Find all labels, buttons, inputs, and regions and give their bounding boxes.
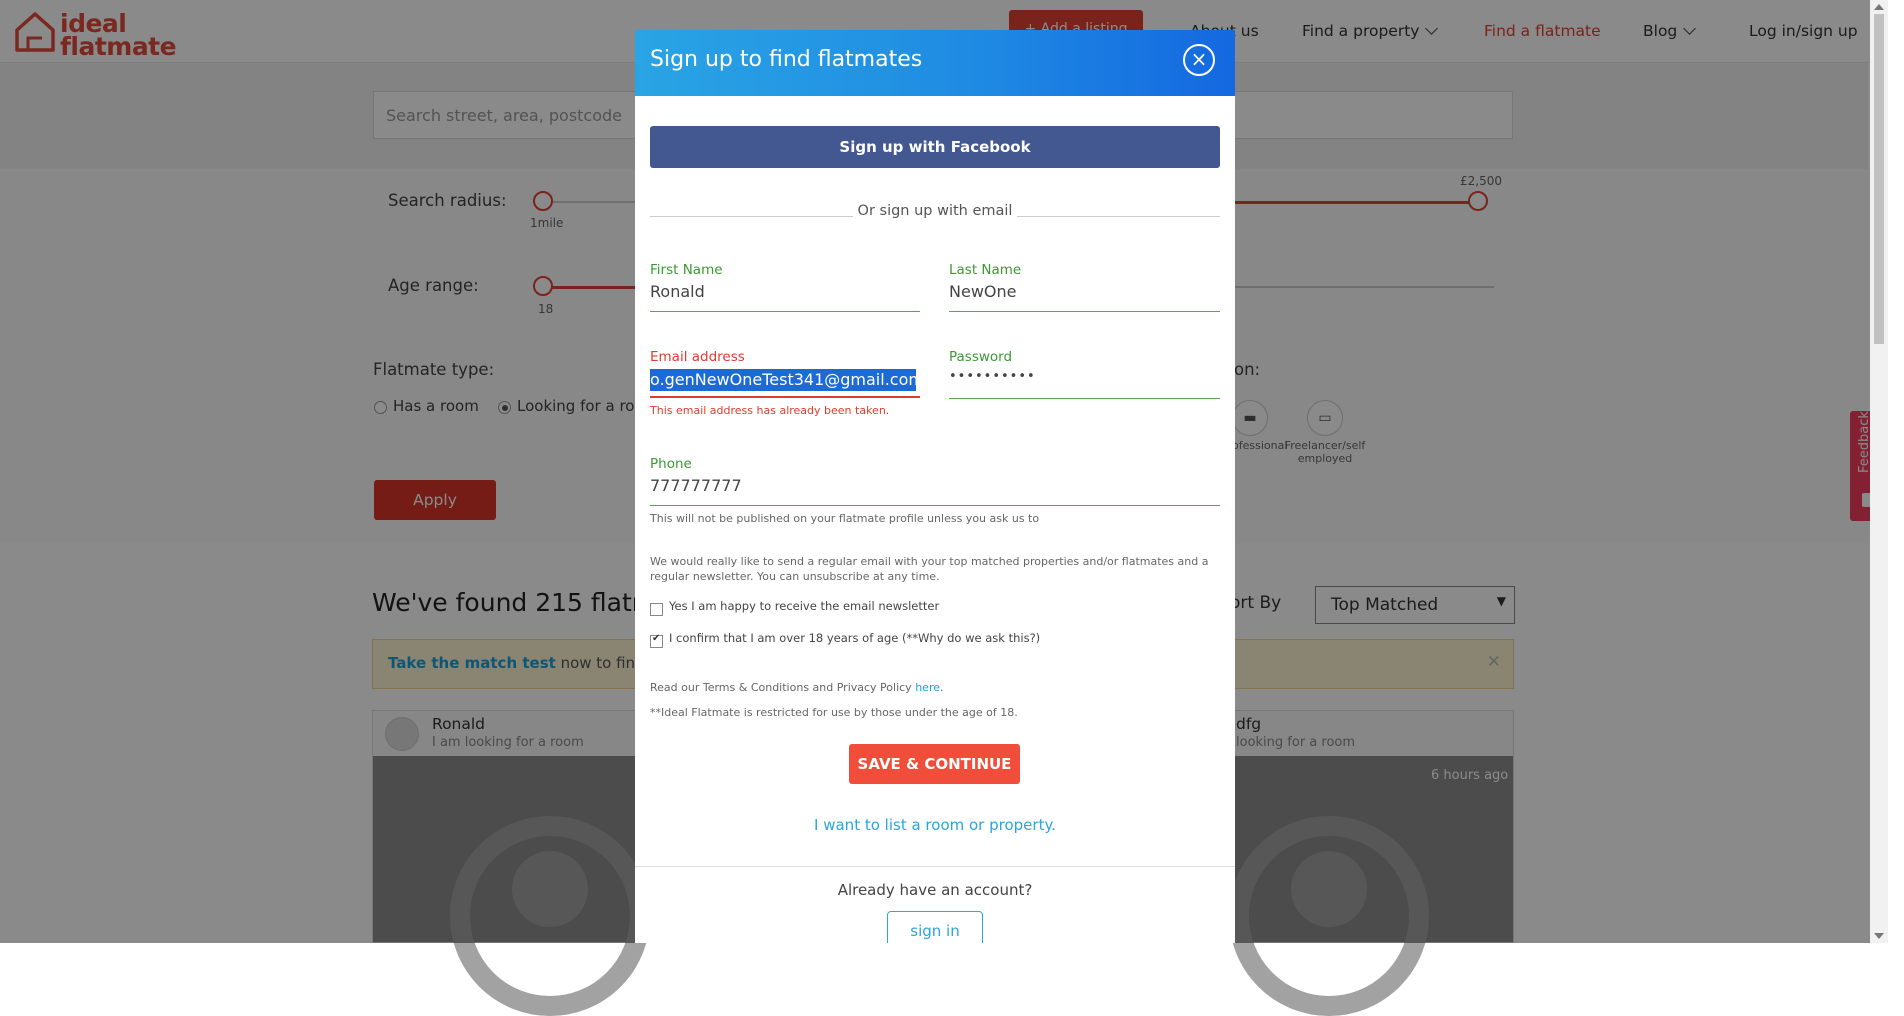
email-underline [650,396,920,398]
sign-in-button[interactable]: sign in [887,911,983,943]
phone-label: Phone [650,456,692,472]
password-field[interactable]: •••••••••• [949,369,1036,384]
already-account-text: Already have an account? [837,881,1033,899]
email-label: Email address [650,349,745,365]
age-confirm-label: I confirm that I am over 18 years of age… [669,631,1041,645]
terms-text: Read our Terms & Conditions and Privacy … [650,681,916,694]
password-underline [949,398,1220,399]
terms-period: . [940,681,944,694]
modal-header: Sign up to find flatmates × [635,30,1235,96]
password-label: Password [949,349,1013,365]
scroll-up-icon[interactable] [1874,4,1884,10]
first-name-label: First Name [650,262,723,278]
phone-field[interactable]: 777777777 [650,476,742,495]
newsletter-checkbox-label: Yes I am happy to receive the email news… [669,599,940,613]
first-name-underline [650,311,920,312]
modal-title: Sign up to find flatmates [650,47,923,72]
scroll-down-icon[interactable] [1874,933,1884,939]
facebook-signup-button[interactable]: Sign up with Facebook [650,126,1220,168]
page-scrollbar[interactable] [1870,0,1888,943]
first-name-field[interactable]: Ronald [650,282,705,301]
divider-right [1017,216,1220,217]
signup-modal: Sign up to find flatmates × Sign up with… [635,30,1235,943]
age-restriction-note: **Ideal Flatmate is restricted for use b… [650,706,1018,719]
terms-note: Read our Terms & Conditions and Privacy … [650,680,944,695]
last-name-field[interactable]: NewOne [949,282,1016,301]
terms-link[interactable]: here [915,681,940,694]
email-field[interactable]: o.genNewOneTest341@gmail.com [650,369,916,391]
newsletter-checkbox[interactable] [650,603,663,616]
list-property-link[interactable]: I want to list a room or property. [635,816,1235,834]
newsletter-note: We would really like to send a regular e… [650,555,1209,583]
phone-underline [650,505,1220,506]
close-icon[interactable]: × [1183,44,1215,76]
last-name-underline [949,311,1220,312]
last-name-label: Last Name [949,262,1022,278]
age-confirm-checkbox[interactable] [650,633,663,648]
phone-note: This will not be published on your flatm… [650,512,1040,525]
email-error-message: This email address has already been take… [650,404,890,417]
footer-divider [635,866,1235,867]
save-continue-button[interactable]: SAVE & CONTINUE [849,744,1020,784]
scrollbar-thumb[interactable] [1874,14,1884,344]
